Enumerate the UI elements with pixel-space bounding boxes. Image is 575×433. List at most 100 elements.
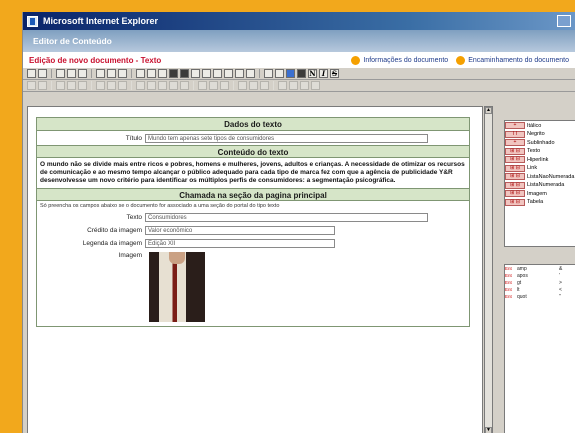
- justify-icon[interactable]: [224, 69, 233, 78]
- cell-right-icon[interactable]: [260, 81, 269, 90]
- align-center-icon[interactable]: [202, 69, 211, 78]
- document-info-link-label[interactable]: Informações do documento: [363, 57, 448, 64]
- table-delete-icon[interactable]: [289, 81, 298, 90]
- imagem-label: Imagem: [118, 251, 142, 259]
- toolbar-separator: [91, 69, 92, 78]
- document-routing-link-label[interactable]: Encaminhamento do documento: [468, 57, 569, 64]
- tag-item[interactable]: ⊞ ⊟ Texto: [505, 147, 575, 155]
- italic-button[interactable]: I: [319, 69, 328, 78]
- find-icon[interactable]: [136, 69, 145, 78]
- align-right-icon[interactable]: [213, 69, 222, 78]
- window-control-button[interactable]: [557, 15, 571, 27]
- insert-col-icon[interactable]: [56, 81, 65, 90]
- undo-icon[interactable]: [96, 69, 105, 78]
- entity-item[interactable]: Ent apos ': [505, 272, 575, 279]
- tag-item[interactable]: ⊞ ⊟ Tabela: [505, 198, 575, 206]
- table-props-icon[interactable]: [118, 81, 127, 90]
- clear-icon[interactable]: [275, 69, 284, 78]
- cut-icon[interactable]: [56, 69, 65, 78]
- browser-window: Microsoft Internet Explorer Editor de Co…: [22, 12, 575, 433]
- tag-label: Negrito: [527, 131, 545, 137]
- paste-icon[interactable]: [78, 69, 87, 78]
- tag-item[interactable]: ⊞ ⊟ Hiperlink: [505, 156, 575, 164]
- credito-field[interactable]: Valor econômico: [145, 226, 335, 235]
- cell-left-icon[interactable]: [238, 81, 247, 90]
- table-icon[interactable]: [169, 69, 178, 78]
- replace-icon[interactable]: [147, 69, 156, 78]
- routing-icon: [456, 55, 466, 65]
- tag-item[interactable]: ⊞ ⊟ ListaNumerada: [505, 181, 575, 189]
- tag-icon: I I: [505, 130, 525, 138]
- scroll-down-icon[interactable]: ▼: [485, 427, 492, 433]
- cell-middle-icon[interactable]: [209, 81, 218, 90]
- copy-icon[interactable]: [67, 69, 76, 78]
- delete-row-icon[interactable]: [38, 81, 47, 90]
- valign-icon[interactable]: [180, 81, 189, 90]
- source-icon[interactable]: [297, 69, 306, 78]
- tag-item[interactable]: ⊞ ⊟ Imagem: [505, 190, 575, 198]
- entity-name: quot: [517, 293, 527, 300]
- toolbar-separator: [131, 81, 132, 90]
- cell-top-icon[interactable]: [198, 81, 207, 90]
- body-text[interactable]: O mundo não se divide mais entre ricos e…: [37, 158, 469, 188]
- shading-icon[interactable]: [169, 81, 178, 90]
- split-cells-icon[interactable]: [96, 81, 105, 90]
- table-autofit-icon[interactable]: [300, 81, 309, 90]
- article-image[interactable]: [149, 252, 205, 322]
- table-more-icon[interactable]: [311, 81, 320, 90]
- titulo-field[interactable]: Mundo tem apenas sete tipos de consumido…: [145, 133, 428, 143]
- row-props-icon[interactable]: [136, 81, 145, 90]
- document-routing-link[interactable]: Encaminhamento do documento: [456, 55, 569, 65]
- document-bar: Edição de novo documento - Texto Informa…: [23, 52, 575, 68]
- document-info-link[interactable]: Informações do documento: [351, 55, 448, 65]
- cell-bottom-icon[interactable]: [220, 81, 229, 90]
- tag-item[interactable]: + Itálico: [505, 122, 575, 130]
- tag-item[interactable]: I I Negrito: [505, 130, 575, 138]
- grid-icon[interactable]: [180, 69, 189, 78]
- tag-item[interactable]: ⊞ ⊟ ListaNaoNumerada: [505, 173, 575, 181]
- entity-tag: Ent: [505, 266, 512, 271]
- cell-props-icon[interactable]: [107, 81, 116, 90]
- section-header-conteudo: Conteúdo do texto: [37, 145, 469, 158]
- cell-center-icon[interactable]: [249, 81, 258, 90]
- editor-canvas[interactable]: Dados do texto Título Mundo tem apenas s…: [27, 106, 483, 433]
- image-icon[interactable]: [286, 69, 295, 78]
- tag-item[interactable]: ⊞ ⊟ Link: [505, 164, 575, 172]
- spellcheck-icon[interactable]: [158, 69, 167, 78]
- redo-icon[interactable]: [107, 69, 116, 78]
- entity-item[interactable]: Ent gt >: [505, 279, 575, 286]
- bold-button[interactable]: N: [308, 69, 317, 78]
- entity-name: apos: [517, 272, 528, 279]
- save-icon[interactable]: [27, 69, 36, 78]
- editor-scrollbar[interactable]: ▲ ▼: [484, 106, 493, 433]
- table-wizard-icon[interactable]: [278, 81, 287, 90]
- delete-col-icon[interactable]: [67, 81, 76, 90]
- texto-field[interactable]: Consumidores: [145, 213, 428, 222]
- entity-val: >: [559, 279, 562, 286]
- filter-icon[interactable]: [118, 69, 127, 78]
- tag-item[interactable]: + Sublinhado: [505, 139, 575, 147]
- texto-label: Texto: [126, 214, 142, 221]
- entity-tag: Ent: [505, 273, 512, 278]
- tags-pane: + Itálico I I Negrito + Sublinhado ⊞ ⊟ Texto ⊞ ⊟…: [504, 120, 575, 247]
- tag-label: ListaNaoNumerada: [527, 173, 575, 180]
- entity-item[interactable]: Ent quot ": [505, 293, 575, 300]
- indent-icon[interactable]: [235, 69, 244, 78]
- border-icon[interactable]: [158, 81, 167, 90]
- merge-cells-icon[interactable]: [78, 81, 87, 90]
- toolbar-separator: [233, 81, 234, 90]
- entity-item[interactable]: Ent lt <: [505, 286, 575, 293]
- align-left-icon[interactable]: [191, 69, 200, 78]
- toolbar-table: [23, 80, 575, 92]
- legenda-field[interactable]: Edição XII: [145, 239, 335, 248]
- preview-icon[interactable]: [38, 69, 47, 78]
- col-props-icon[interactable]: [147, 81, 156, 90]
- scroll-up-icon[interactable]: ▲: [485, 107, 492, 114]
- remove-format-icon[interactable]: [264, 69, 273, 78]
- entity-item[interactable]: Ent amp &: [505, 265, 575, 272]
- outdent-icon[interactable]: [246, 69, 255, 78]
- toolbar-separator: [131, 69, 132, 78]
- insert-row-icon[interactable]: [27, 81, 36, 90]
- strike-button[interactable]: S: [330, 69, 339, 78]
- work-area: Dados do texto Título Mundo tem apenas s…: [27, 105, 575, 433]
